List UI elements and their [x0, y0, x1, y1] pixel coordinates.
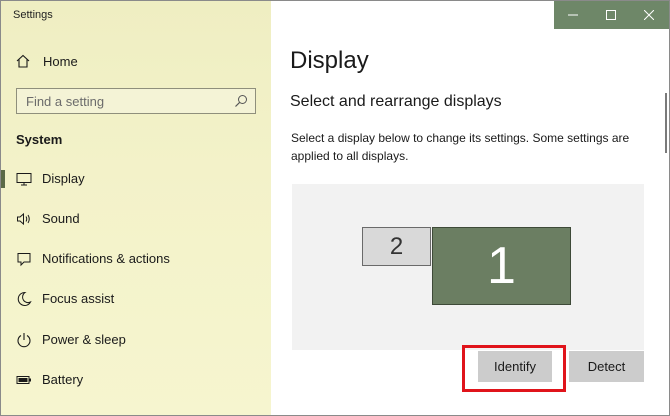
monitor-1[interactable]: 1 [432, 227, 571, 305]
sidebar: Settings Home System Display Sound [1, 1, 271, 415]
sidebar-item-display[interactable]: Display [1, 161, 271, 197]
moon-icon [16, 291, 32, 307]
detect-button[interactable]: Detect [569, 351, 644, 382]
section-heading: Select and rearrange displays [290, 93, 502, 110]
search-box[interactable] [16, 88, 256, 114]
sidebar-item-focus-assist[interactable]: Focus assist [1, 281, 271, 317]
section-label-system: System [16, 132, 63, 147]
app-title: Settings [13, 9, 53, 21]
display-arrangement-area: 2 1 [292, 184, 644, 350]
battery-icon [16, 372, 32, 388]
home-label: Home [43, 53, 78, 69]
sidebar-item-label: Power & sleep [42, 332, 126, 347]
power-icon [16, 332, 32, 348]
sidebar-item-power-sleep[interactable]: Power & sleep [1, 322, 271, 358]
sidebar-item-label: Display [42, 171, 85, 186]
description-text: Select a display below to change its set… [291, 131, 630, 163]
scrollbar[interactable] [665, 93, 667, 153]
search-input[interactable] [26, 92, 226, 110]
sidebar-item-battery[interactable]: Battery [1, 362, 271, 398]
sidebar-item-label: Focus assist [42, 291, 115, 306]
settings-window: Settings Home System Display Sound [0, 0, 670, 416]
monitor-number: 2 [389, 232, 404, 260]
sidebar-item-label: Notifications & actions [42, 251, 170, 266]
sidebar-item-label: Battery [42, 372, 84, 387]
notification-icon [16, 251, 32, 267]
sidebar-item-sound[interactable]: Sound [1, 201, 271, 237]
main-content: Display Select and rearrange displays Se… [272, 1, 669, 415]
identify-button[interactable]: Identify [478, 351, 552, 382]
display-icon [16, 171, 32, 187]
search-icon[interactable] [234, 94, 248, 108]
speaker-icon [16, 211, 32, 227]
home-icon [15, 53, 31, 69]
sidebar-item-label: Sound [42, 211, 80, 226]
monitor-2[interactable]: 2 [362, 227, 431, 266]
page-title: Display [290, 47, 369, 74]
monitor-number: 1 [487, 237, 516, 295]
sidebar-item-notifications[interactable]: Notifications & actions [1, 241, 271, 277]
home-nav-item[interactable]: Home [15, 53, 78, 69]
